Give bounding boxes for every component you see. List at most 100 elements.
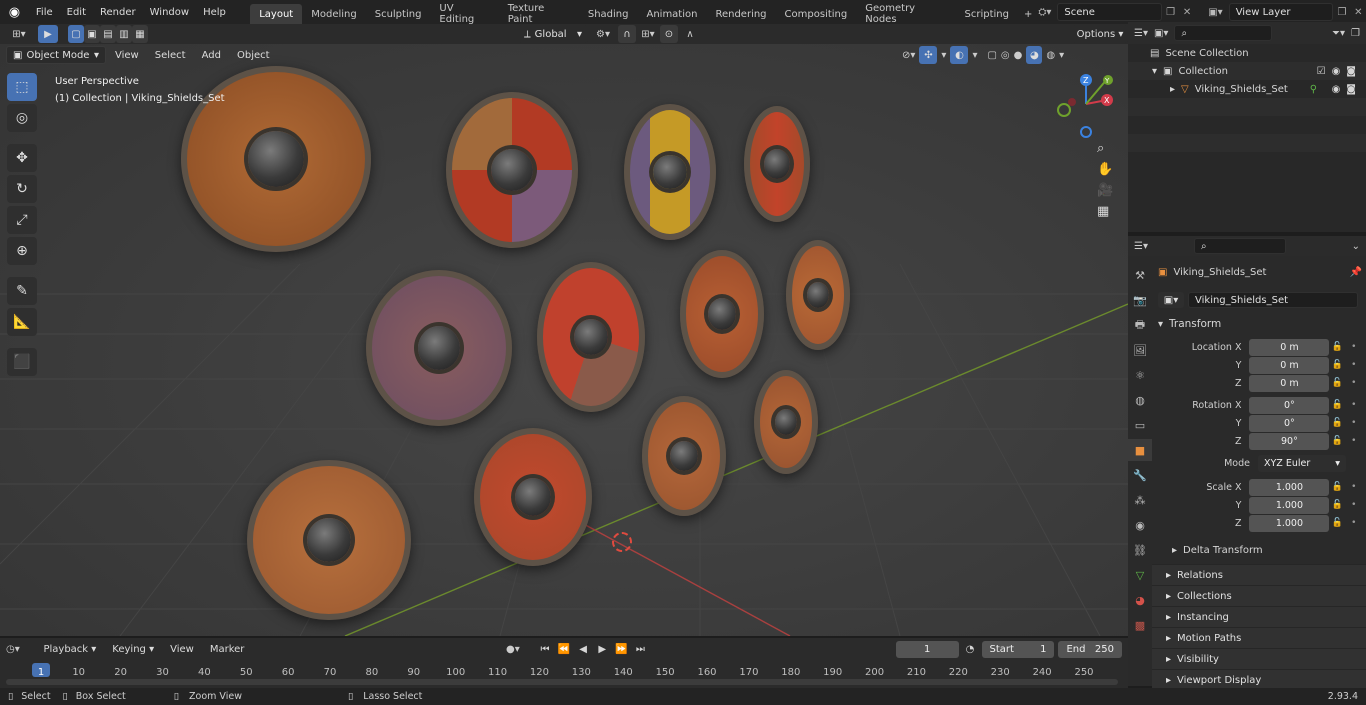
disclosure-closed-icon[interactable]: ▸ bbox=[1170, 84, 1175, 95]
play-icon[interactable]: ▶ bbox=[594, 644, 611, 655]
wireframe-shading-icon[interactable]: ◎ bbox=[1001, 50, 1010, 61]
shield-8[interactable] bbox=[786, 240, 850, 350]
select-tool-icon[interactable]: ▶ bbox=[38, 25, 58, 43]
checkbox-icon[interactable]: ☑ bbox=[1317, 66, 1326, 77]
world-tab-icon[interactable]: ◍ bbox=[1128, 389, 1152, 411]
jump-end-icon[interactable]: ⏭ bbox=[632, 644, 649, 655]
clock-icon[interactable]: ◔ bbox=[961, 644, 980, 655]
keyframe-dot-icon[interactable]: • bbox=[1346, 518, 1362, 528]
viewport-menu-add[interactable]: Add bbox=[195, 46, 228, 64]
lock-icon[interactable]: 🔓 bbox=[1329, 482, 1345, 492]
scale-z-field[interactable]: 1.000 bbox=[1249, 514, 1330, 532]
object-row[interactable]: ▸ ▽ Viking_Shields_Set ⚲ ◉ ◙ bbox=[1128, 80, 1366, 98]
end-frame-field[interactable]: End 250 bbox=[1058, 640, 1122, 658]
new-view-layer-icon[interactable]: ❐ bbox=[1333, 7, 1350, 18]
solid-shading-icon[interactable]: ● bbox=[1014, 50, 1023, 61]
pivot-point-icon[interactable]: ⚙▾ bbox=[588, 29, 618, 40]
timeline-menu-view[interactable]: View bbox=[163, 640, 201, 658]
camera-icon[interactable]: ◙ bbox=[1346, 84, 1366, 95]
editor-type-icon[interactable]: ⊞▾ bbox=[0, 29, 38, 40]
outliner-search-input[interactable]: ⌕ bbox=[1174, 25, 1273, 41]
tab-uv-editing[interactable]: UV Editing bbox=[430, 3, 498, 25]
view-layer-field[interactable]: View Layer bbox=[1228, 3, 1334, 21]
object-name-field[interactable]: Viking_Shields_Set bbox=[1188, 292, 1358, 308]
shield-11[interactable] bbox=[642, 396, 726, 516]
select-invert-icon[interactable]: ▥ bbox=[116, 25, 132, 43]
measure-tool-icon[interactable]: 📐 bbox=[7, 308, 37, 336]
tab-layout[interactable]: Layout bbox=[250, 4, 303, 24]
options-dropdown[interactable]: Options ▾ bbox=[1072, 25, 1128, 43]
keyframe-dot-icon[interactable]: • bbox=[1346, 500, 1362, 510]
menu-edit[interactable]: Edit bbox=[60, 0, 93, 24]
tab-sculpting[interactable]: Sculpting bbox=[366, 4, 431, 24]
shield-4[interactable] bbox=[744, 106, 810, 222]
location-x-field[interactable]: 0 m bbox=[1249, 338, 1330, 356]
scene-tab-icon[interactable]: ⚛ bbox=[1128, 364, 1152, 386]
falloff-icon[interactable]: ∧ bbox=[678, 29, 702, 40]
shield-7[interactable] bbox=[680, 250, 764, 378]
timeline-menu-marker[interactable]: Marker bbox=[203, 640, 252, 658]
pin-icon[interactable]: 📌 bbox=[1350, 267, 1362, 278]
outliner-editor-icon[interactable]: ☰▾ bbox=[1134, 28, 1148, 39]
eye-icon[interactable]: ◉ bbox=[1332, 84, 1341, 95]
cursor-tool-icon[interactable]: ◎ bbox=[7, 104, 37, 132]
keyframe-dot-icon[interactable]: • bbox=[1346, 400, 1362, 410]
instancing-panel[interactable]: ▸ Instancing bbox=[1152, 606, 1366, 627]
lock-icon[interactable]: 🔓 bbox=[1329, 400, 1345, 410]
scale-tool-icon[interactable]: ⤢ bbox=[7, 206, 37, 234]
tab-modeling[interactable]: Modeling bbox=[302, 4, 366, 24]
view-layer-tab-icon[interactable]: 🖼 bbox=[1128, 339, 1152, 361]
start-frame-field[interactable]: Start 1 bbox=[981, 640, 1055, 658]
tool-tab-icon[interactable]: ⚒ bbox=[1128, 264, 1152, 286]
timeline-menu-keying[interactable]: Keying ▾ bbox=[105, 640, 161, 658]
transform-panel-header[interactable]: ▾ Transform bbox=[1158, 314, 1362, 334]
texture-tab-icon[interactable]: ▩ bbox=[1128, 614, 1152, 636]
lock-icon[interactable]: 🔓 bbox=[1329, 518, 1345, 528]
menu-help[interactable]: Help bbox=[196, 0, 233, 24]
location-y-field[interactable]: 0 m bbox=[1249, 356, 1330, 374]
chevron-down-icon[interactable]: ⌄ bbox=[1352, 241, 1360, 252]
motion-paths-panel[interactable]: ▸ Motion Paths bbox=[1152, 627, 1366, 648]
tab-animation[interactable]: Animation bbox=[637, 4, 706, 24]
constraints-tab-icon[interactable]: ⛓ bbox=[1128, 539, 1152, 561]
chevron-down-icon[interactable]: ▾ bbox=[941, 50, 946, 61]
viewport-display-panel[interactable]: ▸ Viewport Display bbox=[1152, 669, 1366, 690]
jump-keyframe-forward-icon[interactable]: ⏩ bbox=[613, 644, 630, 655]
lock-icon[interactable]: 🔓 bbox=[1329, 500, 1345, 510]
select-new-icon[interactable]: ▢ bbox=[68, 25, 84, 43]
camera-icon[interactable]: ◙ bbox=[1346, 66, 1366, 77]
disclosure-open-icon[interactable]: ▾ bbox=[1152, 66, 1157, 77]
shield-2[interactable] bbox=[446, 92, 578, 248]
rotation-z-field[interactable]: 90° bbox=[1249, 432, 1330, 450]
keyframe-dot-icon[interactable]: • bbox=[1346, 360, 1362, 370]
collection-row[interactable]: ▾ ▣ Collection ☑ ◉ ◙ bbox=[1128, 62, 1366, 80]
rotation-mode-dropdown[interactable]: XYZ Euler ▾ bbox=[1258, 454, 1346, 472]
xray-icon[interactable]: ▢ bbox=[987, 50, 996, 61]
tab-scripting[interactable]: Scripting bbox=[956, 4, 1018, 24]
object-tab-icon[interactable]: ■ bbox=[1128, 439, 1152, 461]
rotate-tool-icon[interactable]: ↻ bbox=[7, 175, 37, 203]
visibility-filter-icon[interactable]: ⊘▾ bbox=[902, 50, 915, 61]
tab-texture-paint[interactable]: Texture Paint bbox=[499, 3, 579, 25]
viewport-menu-view[interactable]: View bbox=[108, 46, 146, 64]
tab-compositing[interactable]: Compositing bbox=[776, 4, 857, 24]
timeline-menu-playback[interactable]: Playback ▾ bbox=[36, 640, 103, 658]
tab-shading[interactable]: Shading bbox=[579, 4, 638, 24]
viewport-menu-select[interactable]: Select bbox=[148, 46, 193, 64]
chevron-down-icon[interactable]: ▾ bbox=[972, 50, 977, 61]
jump-keyframe-back-icon[interactable]: ⏪ bbox=[556, 644, 573, 655]
timeline-editor-icon[interactable]: ◷▾ bbox=[6, 644, 34, 655]
viewport-menu-object[interactable]: Object bbox=[230, 46, 277, 64]
keyframe-dot-icon[interactable]: • bbox=[1346, 378, 1362, 388]
transform-tool-icon[interactable]: ⊕ bbox=[7, 237, 37, 265]
pan-hand-icon[interactable]: ✋ bbox=[1097, 162, 1113, 177]
add-workspace-icon[interactable]: + bbox=[1018, 4, 1038, 24]
keyframe-dot-icon[interactable]: • bbox=[1346, 436, 1362, 446]
ortho-grid-icon[interactable]: ▦ bbox=[1097, 204, 1113, 219]
zoom-icon[interactable]: ⌕ bbox=[1097, 141, 1113, 156]
view-layer-icon[interactable]: ▣▾ bbox=[1208, 7, 1222, 18]
lock-icon[interactable]: 🔓 bbox=[1329, 418, 1345, 428]
camera-view-icon[interactable]: 🎥 bbox=[1097, 183, 1113, 198]
3d-cursor-icon[interactable] bbox=[612, 532, 632, 552]
location-z-field[interactable]: 0 m bbox=[1249, 374, 1330, 392]
